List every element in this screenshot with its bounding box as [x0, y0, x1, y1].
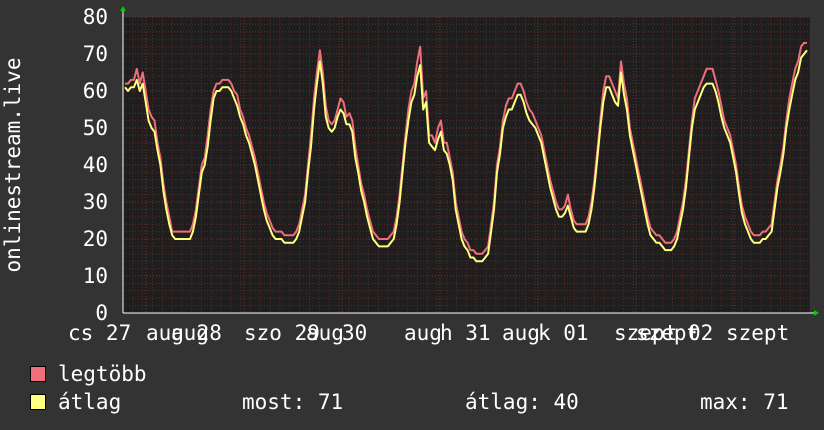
x-tick-labels: cs 27 aug 28aug szo 29aug30 augh 31 augk 01 s…	[68, 321, 789, 345]
x-tick-label: aug	[171, 321, 209, 345]
x-tick-label: szept	[726, 321, 789, 345]
y-tick-label: 30	[83, 190, 108, 214]
x-tick-label: cs 27	[68, 321, 131, 345]
x-tick-label: aug	[502, 321, 540, 345]
y-tick-label: 40	[83, 153, 108, 177]
legend-label-avg: átlag	[58, 390, 122, 414]
legend-swatch-avg	[30, 394, 46, 410]
x-tick-label: h 31	[440, 321, 491, 345]
chart-container: 0 10 20 30 40 50 60 70 80 cs 27 aug 28 aug szo 29 au…	[0, 0, 824, 430]
x-tick-label: aug	[404, 321, 442, 345]
y-tick-label: 10	[83, 264, 108, 288]
y-tick-label: 60	[83, 79, 108, 103]
legend-swatch-max	[30, 366, 46, 382]
y-tick-label: 70	[83, 42, 108, 66]
legend-item-max: legtöbb	[30, 362, 147, 386]
stat-now: most: 71	[242, 390, 344, 414]
stat-max: max: 71	[700, 390, 789, 414]
legend-item-avg: átlag	[30, 390, 121, 414]
x-axis-arrow-icon	[814, 310, 819, 316]
y-tick-label: 80	[83, 5, 108, 29]
y-tick-labels: 01020304050607080	[83, 5, 108, 325]
x-tick-label: 02	[688, 321, 713, 345]
x-tick-label: aug	[306, 321, 344, 345]
y-tick-label: 50	[83, 116, 108, 140]
x-tick-label: k 01	[538, 321, 589, 345]
legend-label-max: legtöbb	[58, 362, 147, 386]
x-tick-label: 30	[342, 321, 367, 345]
stat-avg: átlag: 40	[465, 390, 579, 414]
y-axis-label: onlinestream.live	[1, 58, 25, 273]
y-tick-label: 20	[83, 227, 108, 251]
y-axis-arrow-icon	[120, 6, 126, 11]
